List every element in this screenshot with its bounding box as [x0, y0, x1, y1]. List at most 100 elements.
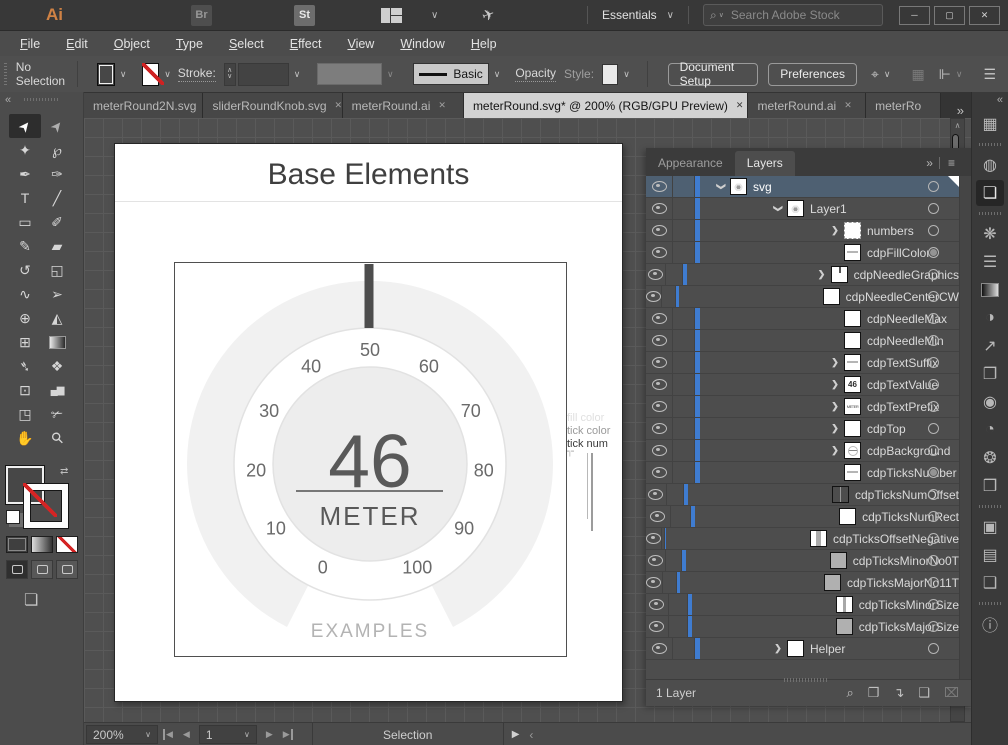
eyedropper-tool[interactable]: ➴	[9, 354, 41, 378]
visibility-toggle[interactable]	[646, 484, 667, 505]
links-panel-icon[interactable]: ❒	[976, 473, 1004, 499]
target-circle[interactable]	[928, 379, 939, 390]
curvature-tool[interactable]: ✑	[41, 162, 73, 186]
target-circle[interactable]	[928, 269, 939, 280]
layer-row[interactable]: ❯cdpTicksMajorSize	[646, 616, 959, 638]
selection-options-icon[interactable]: ⌖	[871, 66, 879, 83]
style-swatch[interactable]	[602, 64, 618, 85]
layer-row[interactable]: ❯cdpNeedleGraphics	[646, 264, 959, 286]
lock-toggle[interactable]	[671, 506, 691, 527]
expand-chevron-icon[interactable]: ❯	[828, 445, 842, 456]
preferences-button[interactable]: Preferences	[768, 63, 857, 86]
document-tab[interactable]: meterRo	[866, 93, 941, 118]
pathfinder-panel-icon[interactable]: ❑	[976, 570, 1004, 596]
menu-object[interactable]: Object	[101, 33, 163, 55]
perspective-grid-tool[interactable]: ◭	[41, 306, 73, 330]
tab-appearance[interactable]: Appearance	[646, 151, 735, 176]
dock-gripper[interactable]	[979, 212, 1001, 215]
target-circle[interactable]	[928, 203, 939, 214]
artboards-panel-icon[interactable]: ❐	[976, 361, 1004, 387]
align-objects-icon[interactable]: ▦	[911, 66, 924, 83]
layer-row[interactable]: ❯cdpNeedleMax	[646, 308, 959, 330]
layer-row[interactable]: ❯numbers	[646, 220, 959, 242]
lock-toggle[interactable]	[673, 418, 695, 439]
target-circle[interactable]	[928, 357, 939, 368]
gradient-tool[interactable]	[41, 330, 73, 354]
lock-toggle[interactable]	[673, 638, 695, 659]
artboard-options-panel-icon[interactable]: ▣	[976, 514, 1004, 540]
make-clipping-mask-icon[interactable]: ❐	[868, 685, 880, 701]
menu-edit[interactable]: Edit	[53, 33, 101, 55]
expand-chevron-icon[interactable]: ❯	[815, 269, 829, 280]
last-artboard-icon[interactable]: ▶	[283, 729, 293, 740]
tab-layers[interactable]: Layers	[735, 151, 795, 176]
visibility-toggle[interactable]	[646, 396, 673, 417]
stock-icon[interactable]: St	[294, 5, 315, 26]
visibility-toggle[interactable]	[646, 528, 662, 549]
stroke-color-swatch[interactable]	[142, 63, 160, 86]
visibility-toggle[interactable]	[646, 594, 669, 615]
target-circle[interactable]	[928, 643, 939, 654]
workspace-switcher[interactable]: Essentials	[602, 8, 657, 22]
layers-panel-icon[interactable]: ❏	[976, 180, 1004, 206]
target-circle[interactable]	[928, 313, 939, 324]
expand-chevron-icon[interactable]: ❯	[771, 643, 785, 654]
visibility-toggle[interactable]	[646, 418, 673, 439]
expand-chevron-icon[interactable]: ❯	[828, 379, 842, 390]
visibility-toggle[interactable]	[646, 374, 673, 395]
visibility-toggle[interactable]	[646, 198, 673, 219]
visibility-toggle[interactable]	[646, 176, 673, 197]
target-circle[interactable]	[928, 555, 939, 566]
layer-row[interactable]: ❯46cdpTextValue	[646, 374, 959, 396]
visibility-toggle[interactable]	[646, 242, 673, 263]
tab-close-icon[interactable]: ✕	[736, 100, 744, 111]
lock-toggle[interactable]	[666, 264, 683, 285]
hand-tool[interactable]: ✋	[9, 426, 41, 450]
dock-gripper[interactable]	[979, 143, 1001, 146]
artboard-tool[interactable]: ◳	[9, 402, 41, 426]
pencil-tool[interactable]: ✎	[9, 234, 41, 258]
new-layer-icon[interactable]: ❑	[918, 685, 930, 701]
lock-toggle[interactable]	[673, 440, 695, 461]
stroke-weight-chevron-icon[interactable]: ∨	[294, 69, 301, 80]
control-panel-menu-icon[interactable]: ☰	[983, 66, 996, 83]
lock-toggle[interactable]	[666, 550, 682, 571]
layer-row[interactable]: ❯cdpTicksMinorSize	[646, 594, 959, 616]
visibility-toggle[interactable]	[646, 572, 663, 593]
expand-chevron-icon[interactable]: ❯	[828, 357, 842, 368]
visibility-toggle[interactable]	[646, 220, 673, 241]
layer-row[interactable]: ❯Helper	[646, 638, 959, 660]
blend-tool[interactable]: ❖	[41, 354, 73, 378]
maximize-button[interactable]: ▢	[934, 6, 965, 25]
layer-row[interactable]: ❯cdpTicksNumber	[646, 462, 959, 484]
draw-behind-button[interactable]	[31, 560, 53, 579]
visibility-toggle[interactable]	[646, 506, 671, 527]
lock-toggle[interactable]	[673, 308, 695, 329]
canvas[interactable]: ∧ Base Elements 0102030405060708090100 4…	[84, 118, 972, 722]
lock-toggle[interactable]	[673, 330, 695, 351]
bridge-icon[interactable]: Br	[191, 5, 212, 26]
document-tab[interactable]: meterRound.ai ✕	[748, 93, 866, 118]
target-circle[interactable]	[928, 291, 939, 302]
panel-menu-icon[interactable]: ≡	[948, 156, 955, 170]
expand-panels-icon[interactable]: «	[997, 94, 1002, 106]
screen-mode-button[interactable]: ❏	[24, 590, 38, 610]
dock-gripper[interactable]	[979, 602, 1001, 605]
visibility-toggle[interactable]	[646, 638, 673, 659]
transparency-panel-icon[interactable]: ◑	[976, 305, 1004, 331]
tab-close-icon[interactable]: ✕	[844, 100, 852, 111]
first-artboard-icon[interactable]: ◀	[163, 729, 173, 740]
gpu-performance-icon[interactable]: ✈	[480, 4, 498, 25]
stroke-weight-value[interactable]	[238, 63, 289, 86]
artboard-number-dropdown[interactable]: 1 ∨	[199, 725, 257, 744]
target-circle[interactable]	[928, 181, 939, 192]
document-tab[interactable]: sliderRoundKnob.svg ✕	[203, 93, 342, 118]
search-input[interactable]	[729, 7, 853, 23]
adobe-stock-search[interactable]: ⌕ ∨	[703, 4, 883, 26]
target-circle[interactable]	[928, 467, 939, 478]
previous-artboard-icon[interactable]: ◀	[183, 729, 190, 740]
artboard[interactable]: Base Elements 0102030405060708090100 46 …	[114, 143, 623, 702]
gradient-button[interactable]	[31, 536, 53, 553]
menu-select[interactable]: Select	[216, 33, 277, 55]
brush-chevron-icon[interactable]: ∨	[387, 69, 394, 80]
